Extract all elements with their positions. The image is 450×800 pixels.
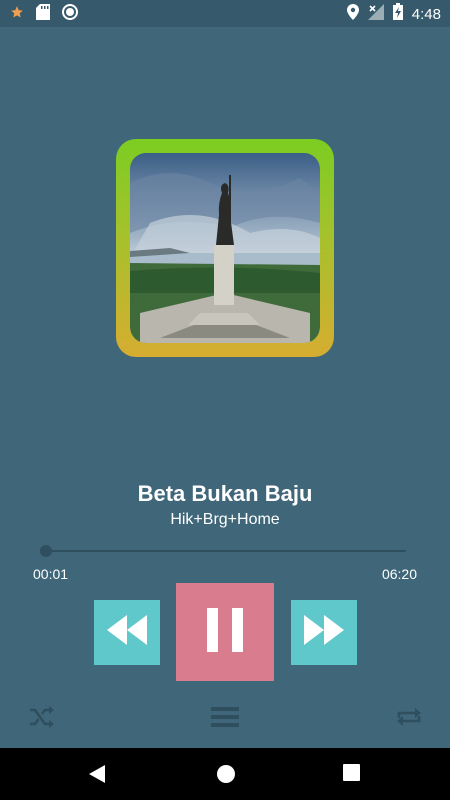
- home-icon[interactable]: [216, 764, 236, 789]
- battery-charging-icon: [392, 3, 403, 25]
- menu-icon: [211, 707, 239, 732]
- album-art-frame: [116, 139, 334, 357]
- star-icon: [10, 5, 24, 24]
- navigation-bar: [0, 748, 450, 800]
- recents-icon[interactable]: [343, 764, 360, 786]
- seek-thumb[interactable]: [40, 545, 52, 557]
- seek-bar[interactable]: [46, 550, 406, 552]
- location-icon: [346, 3, 359, 25]
- rewind-button[interactable]: [94, 600, 160, 665]
- total-time: 06:20: [381, 566, 417, 582]
- shuffle-button[interactable]: [29, 706, 55, 733]
- album-art: [130, 153, 320, 343]
- play-pause-button[interactable]: [176, 583, 274, 681]
- playlist-button[interactable]: [211, 706, 239, 733]
- status-bar: 4:48: [0, 0, 450, 27]
- back-icon[interactable]: [88, 764, 106, 789]
- current-time: 00:01: [33, 566, 69, 582]
- shuffle-icon: [29, 706, 55, 732]
- song-artist: Hik+Brg+Home: [170, 511, 280, 528]
- rewind-icon: [105, 613, 149, 652]
- fast-forward-icon: [302, 613, 346, 652]
- sd-card-icon: [36, 4, 50, 25]
- no-signal-icon: [367, 3, 384, 25]
- pause-icon: [203, 606, 247, 659]
- repeat-icon: [396, 708, 422, 732]
- repeat-button[interactable]: [396, 706, 422, 733]
- status-time: 4:48: [411, 5, 441, 23]
- fast-forward-button[interactable]: [291, 600, 357, 665]
- record-icon: [62, 4, 78, 25]
- song-title: Beta Bukan Baju: [137, 481, 313, 506]
